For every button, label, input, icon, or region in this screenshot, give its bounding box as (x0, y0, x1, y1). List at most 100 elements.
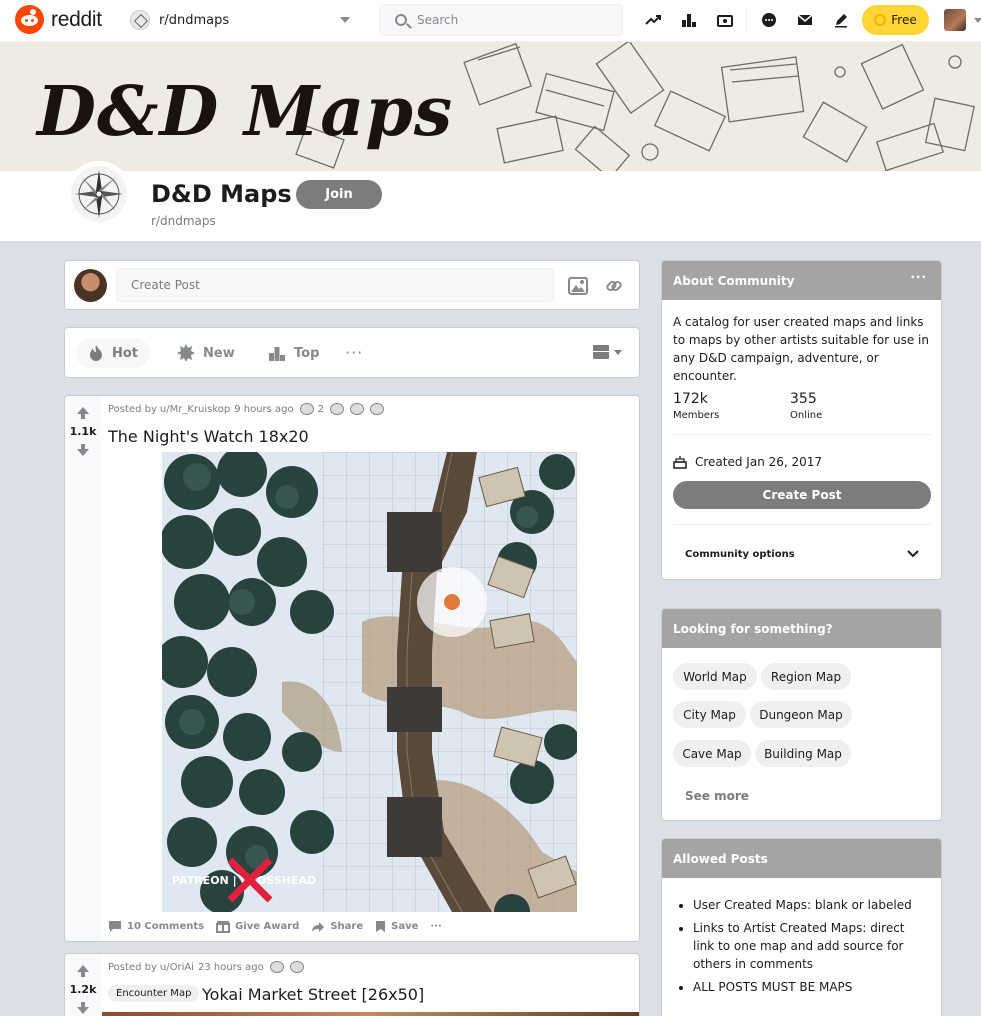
community-title: D&D Maps (151, 180, 292, 208)
vote-column: 1.2k (65, 954, 101, 1016)
allowed-posts-card: Allowed Posts User Created Maps: blank o… (661, 838, 942, 1016)
post-flair[interactable]: Encounter Map (108, 985, 200, 1002)
leaderboard-icon[interactable] (679, 10, 699, 30)
posted-by-label: Posted by (108, 403, 157, 415)
image-upload-icon[interactable] (567, 275, 589, 297)
coin-icon (874, 14, 887, 26)
reddit-logo[interactable]: reddit (15, 5, 102, 34)
top-navigation-bar: reddit r/dndmaps Free (0, 0, 981, 42)
award-count: 2 (317, 403, 325, 415)
allowed-posts-header: Allowed Posts (662, 839, 941, 878)
see-more-link[interactable]: See more (685, 789, 749, 803)
cake-icon (673, 456, 687, 469)
allowed-posts-heading: Allowed Posts (673, 852, 768, 866)
upvote-icon[interactable] (74, 962, 92, 980)
downvote-icon[interactable] (74, 999, 92, 1016)
share-button[interactable]: Share (311, 921, 363, 933)
more-options-icon[interactable]: ··· (910, 270, 927, 284)
post-title[interactable]: Yokai Market Street [26x50] (202, 985, 424, 1004)
post-more-options-icon[interactable]: ··· (430, 921, 441, 932)
post-map-image[interactable]: PATREON | CROSSHEAD (162, 452, 577, 912)
chip-world-map[interactable]: World Map (673, 663, 757, 690)
post-actions-bar: 10 Comments Give Award Share Save ··· (108, 920, 454, 933)
create-post-input[interactable] (116, 268, 554, 302)
award-wholesome-icon[interactable] (299, 403, 314, 415)
sort-bar: Hot New Top ··· (64, 327, 640, 378)
sort-more-options-icon[interactable]: ··· (345, 343, 363, 362)
chip-region-map[interactable]: Region Map (761, 663, 851, 690)
award-hugz-icon[interactable] (289, 961, 304, 973)
looking-for-header: Looking for something? (662, 609, 941, 648)
allowed-posts-list: User Created Maps: blank or labeled Link… (693, 896, 923, 1001)
list-item: ALL POSTS MUST BE MAPS (693, 978, 923, 996)
members-count: 172k (673, 391, 708, 407)
sort-new-label: New (203, 345, 235, 361)
give-award-button[interactable]: Give Award (216, 920, 299, 933)
about-community-header: About Community ··· (662, 261, 941, 300)
user-menu-chevron-icon[interactable] (974, 18, 981, 23)
post-map-image[interactable] (102, 1012, 639, 1016)
share-arrow-icon (312, 921, 325, 932)
flame-icon (90, 345, 102, 361)
chip-dungeon-map[interactable]: Dungeon Map (750, 701, 852, 728)
sort-hot-label: Hot (112, 345, 139, 361)
compass-icon (130, 10, 150, 30)
community-options-toggle[interactable]: Community options (673, 534, 931, 574)
sort-top-label: Top (294, 345, 320, 361)
search-input[interactable] (417, 13, 607, 27)
link-icon[interactable] (603, 275, 625, 297)
members-label: Members (673, 410, 720, 421)
post-timestamp[interactable]: 9 hours ago (234, 404, 293, 415)
sort-new-tab[interactable]: New (165, 338, 247, 368)
post-author-link[interactable]: u/Mr_Kruiskop (160, 404, 230, 415)
search-bar[interactable] (379, 4, 623, 36)
new-badge-icon (177, 344, 195, 362)
downvote-icon[interactable] (74, 441, 92, 459)
post-card[interactable]: 1.2k Posted by u/OriAi 23 hours ago Enco… (64, 953, 640, 1016)
chevron-down-icon (907, 550, 919, 558)
messages-icon[interactable] (795, 10, 815, 30)
chat-icon[interactable] (759, 10, 779, 30)
chip-cave-map[interactable]: Cave Map (673, 740, 751, 767)
post-author-link[interactable]: u/OriAi (160, 962, 194, 973)
search-icon (395, 14, 407, 26)
user-avatar[interactable] (944, 9, 966, 31)
save-button[interactable]: Save (375, 920, 418, 933)
comments-count: 10 Comments (127, 921, 205, 932)
free-premium-button[interactable]: Free (862, 5, 929, 35)
snow-village-map: PATREON | CROSSHEAD (162, 452, 577, 912)
created-date-text: Created Jan 26, 2017 (695, 455, 823, 469)
comments-button[interactable]: 10 Comments (108, 920, 204, 933)
community-subreddit-name: r/dndmaps (151, 214, 216, 228)
sidebar-create-post-button[interactable]: Create Post (673, 481, 931, 509)
award-hugz-icon[interactable] (370, 403, 385, 415)
award-helpful-icon[interactable] (330, 403, 345, 415)
divider (673, 524, 931, 525)
popular-trending-icon[interactable] (643, 10, 663, 30)
view-layout-toggle[interactable] (593, 345, 622, 359)
community-header: D&D Maps r/dndmaps Join (0, 161, 981, 241)
user-avatar-small[interactable] (74, 269, 107, 302)
reddit-live-icon[interactable] (715, 10, 735, 30)
award-silver-icon[interactable] (350, 403, 365, 415)
post-card[interactable]: 1.1k Posted by u/Mr_Kruiskop 9 hours ago… (64, 395, 640, 942)
chip-building-map[interactable]: Building Map (755, 740, 851, 767)
community-avatar (66, 161, 132, 227)
online-count: 355 (790, 391, 817, 407)
upvote-icon[interactable] (74, 404, 92, 422)
post-timestamp[interactable]: 23 hours ago (198, 962, 264, 973)
award-wholesome-icon[interactable] (269, 961, 284, 973)
community-dropdown[interactable]: r/dndmaps (128, 5, 360, 35)
sort-top-tab[interactable]: Top (256, 338, 331, 368)
list-item: Links to Artist Created Maps: direct lin… (693, 919, 923, 973)
post-title[interactable]: The Night's Watch 18x20 (108, 427, 309, 446)
free-label: Free (891, 13, 917, 27)
create-post-pencil-icon[interactable] (831, 10, 851, 30)
compass-rose-icon (71, 166, 127, 222)
divider (673, 434, 931, 435)
card-view-icon (593, 345, 609, 359)
about-community-heading: About Community (673, 274, 795, 288)
chip-city-map[interactable]: City Map (673, 701, 746, 728)
sort-hot-tab[interactable]: Hot (76, 338, 151, 368)
join-button[interactable]: Join (296, 180, 382, 209)
